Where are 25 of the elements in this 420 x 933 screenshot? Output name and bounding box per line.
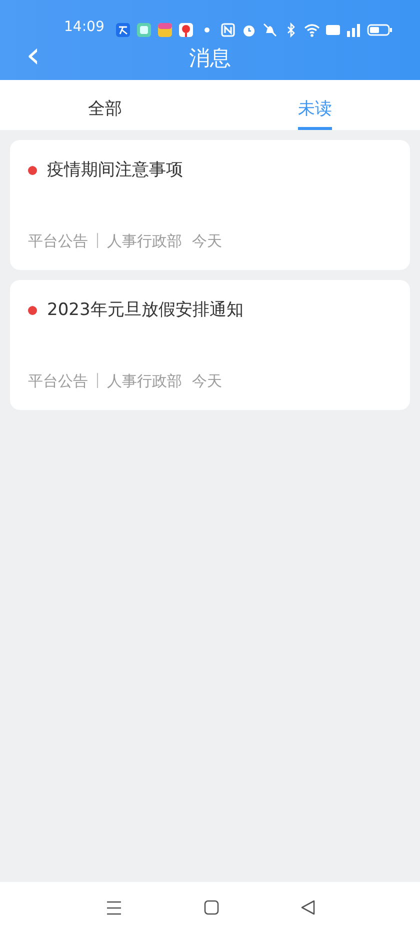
- message-category: 平台公告: [28, 370, 88, 392]
- page-title: 消息: [189, 46, 231, 72]
- app-icon: [136, 22, 152, 38]
- message-category: 平台公告: [28, 230, 88, 252]
- back-icon[interactable]: [300, 900, 314, 915]
- message-department: 人事行政部: [107, 230, 182, 252]
- tab[interactable]: 全部: [88, 80, 122, 130]
- battery-icon: [367, 22, 394, 38]
- message-card[interactable]: 疫情期间注意事项 平台公告 人事行政部 今天: [10, 140, 410, 270]
- message-title: 疫情期间注意事项: [47, 159, 183, 182]
- app-icon: [115, 22, 132, 38]
- mute-icon: [262, 22, 278, 38]
- message-date: 今天: [192, 230, 222, 252]
- app-icon: [157, 22, 174, 38]
- status-time: 14:09: [64, 18, 104, 37]
- app-icon: [178, 22, 194, 38]
- message-title: 2023年元旦放假安排通知: [47, 299, 244, 322]
- menu-icon[interactable]: [106, 900, 122, 916]
- message-department: 人事行政部: [107, 370, 182, 392]
- nfc-icon: [220, 22, 236, 38]
- message-date: 今天: [192, 370, 222, 392]
- message-card[interactable]: 2023年元旦放假安排通知 平台公告 人事行政部 今天: [10, 280, 410, 410]
- home-icon[interactable]: [204, 900, 218, 915]
- signal-icon: [346, 22, 362, 38]
- wifi-icon: [304, 22, 320, 38]
